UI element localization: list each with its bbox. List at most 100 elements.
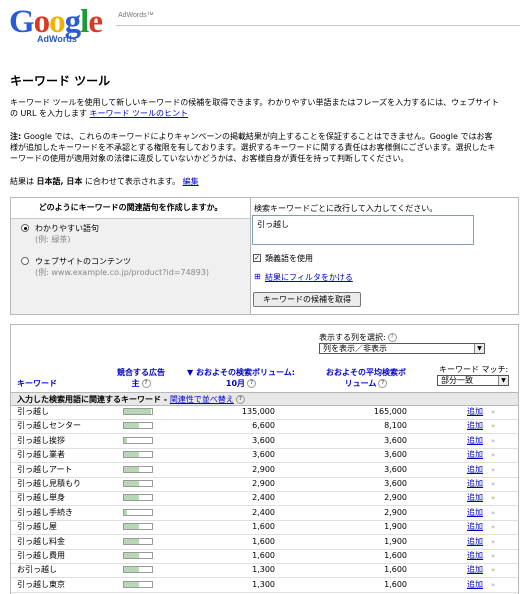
help-icon[interactable]: ? xyxy=(387,333,397,342)
header-divider xyxy=(116,25,520,26)
add-keyword-link[interactable]: 追加 xyxy=(467,520,483,534)
keyword-cell: 引っ越し xyxy=(17,407,49,416)
table-row: 引っ越しアート 2,900 3,600 追加 » xyxy=(11,463,518,478)
competition-bar-fill xyxy=(124,509,127,515)
keyword-cell: 引っ越し手続き xyxy=(17,507,73,517)
sort-by-relevance-link[interactable]: 関連性で並べ替え xyxy=(170,395,234,404)
double-chevron-icon[interactable]: » xyxy=(491,578,495,592)
double-chevron-icon[interactable]: » xyxy=(491,463,495,477)
help-icon[interactable]: ? xyxy=(378,379,388,388)
average-volume-cell: 3,600 xyxy=(384,435,407,445)
average-volume-cell: 1,600 xyxy=(384,551,407,560)
keyword-cell: 引っ越し東京 xyxy=(17,579,65,589)
get-keywords-button[interactable]: キーワードの候補を取得 xyxy=(253,292,361,307)
google-adwords-logo[interactable]: Google AdWords xyxy=(9,6,109,46)
help-icon[interactable]: ? xyxy=(235,395,245,404)
table-row: お引っ越し 1,300 1,600 追加 » xyxy=(11,563,518,579)
tool-tips-link[interactable]: キーワード ツールのヒント xyxy=(90,109,189,118)
add-keyword-link[interactable]: 追加 xyxy=(467,419,483,433)
add-keyword-link[interactable]: 追加 xyxy=(467,448,483,462)
note-label: 注: xyxy=(10,132,22,141)
double-chevron-icon[interactable]: » xyxy=(491,506,495,520)
keyword-cell: 引っ越し費用 xyxy=(17,551,65,560)
adwords-logo-text: AdWords xyxy=(37,34,77,44)
double-chevron-icon[interactable]: » xyxy=(491,535,495,549)
phrase-option-label[interactable]: わかりやすい語句 xyxy=(35,223,99,234)
average-volume-cell: 3,600 xyxy=(384,464,407,474)
competition-bar-fill xyxy=(124,481,140,486)
competition-bar xyxy=(123,436,153,444)
add-keyword-link[interactable]: 追加 xyxy=(467,535,483,549)
keyword-cell: 引っ越し単身 xyxy=(17,493,65,503)
add-keyword-link[interactable]: 追加 xyxy=(467,434,483,448)
keyword-cell: 引っ越し見積もり xyxy=(17,479,81,488)
website-option-example: (例: www.example.co.jp/product?id=74893) xyxy=(35,268,210,277)
competition-bar-fill xyxy=(124,567,140,573)
panel-divider xyxy=(250,198,251,314)
monthly-volume-cell: 1,600 xyxy=(252,522,275,532)
add-keyword-link[interactable]: 追加 xyxy=(467,463,483,477)
competition-bar-fill xyxy=(124,553,140,558)
double-chevron-icon[interactable]: » xyxy=(491,520,495,534)
monthly-volume-cell: 2,900 xyxy=(252,464,275,474)
intro-paragraph: キーワード ツールを使用して新しいキーワードの候補を取得できます。わかりやすい単… xyxy=(10,97,500,119)
competition-bar xyxy=(123,465,153,473)
competition-bar xyxy=(123,566,153,574)
columns-select-value: 列を表示／非表示 xyxy=(323,344,387,353)
product-name: AdWords™ xyxy=(118,12,154,19)
monthly-volume-cell: 135,000 xyxy=(241,407,275,416)
double-chevron-icon[interactable]: » xyxy=(491,563,495,577)
phrase-option-example: (例: 緑茶) xyxy=(35,235,71,244)
synonyms-checkbox[interactable]: ✓ xyxy=(253,254,261,262)
add-keyword-link[interactable]: 追加 xyxy=(467,578,483,592)
double-chevron-icon[interactable]: » xyxy=(491,405,495,419)
double-chevron-icon[interactable]: » xyxy=(491,477,495,491)
language-edit-link[interactable]: 編集 xyxy=(183,177,199,186)
table-row: 引っ越しセンター 6,600 8,100 追加 » xyxy=(11,419,518,435)
double-chevron-icon[interactable]: » xyxy=(491,491,495,505)
add-keyword-link[interactable]: 追加 xyxy=(467,563,483,577)
note-text: Google では、これらのキーワードによりキャンペーンの掲載結果が向上すること… xyxy=(10,132,496,163)
double-chevron-icon[interactable]: » xyxy=(491,434,495,448)
column-average-volume[interactable]: おおよその平均検索ボ リューム? xyxy=(316,367,416,389)
keyword-cell: 引っ越しセンター xyxy=(17,421,81,431)
phrase-radio[interactable] xyxy=(21,224,29,232)
match-type-select[interactable]: 部分一致 ▼ xyxy=(437,375,509,386)
note-paragraph: 注: Google では、これらのキーワードによりキャンペーンの掲載結果が向上す… xyxy=(10,131,500,164)
header: Google AdWords AdWords™ xyxy=(0,0,520,50)
table-row: 引っ越し料金 1,600 1,900 追加 » xyxy=(11,535,518,550)
section-header-row: 入力した検索用語に関連するキーワード - 関連性で並べ替え? xyxy=(11,392,518,406)
double-chevron-icon[interactable]: » xyxy=(491,448,495,462)
double-chevron-icon[interactable]: » xyxy=(491,549,495,563)
add-keyword-link[interactable]: 追加 xyxy=(467,405,483,419)
add-keyword-link[interactable]: 追加 xyxy=(467,506,483,520)
column-competition[interactable]: 競合する広告 主? xyxy=(106,367,176,389)
competition-bar-fill xyxy=(124,495,140,501)
competition-bar xyxy=(123,480,153,487)
add-keyword-link[interactable]: 追加 xyxy=(467,549,483,563)
column-keyword[interactable]: キーワード xyxy=(17,378,57,389)
double-chevron-icon[interactable]: » xyxy=(491,419,495,433)
column-monthly-volume[interactable]: ▼ おおよその検索ボリューム: 10月? xyxy=(176,367,306,389)
add-keyword-link[interactable]: 追加 xyxy=(467,491,483,505)
competition-bar-fill xyxy=(124,581,140,587)
keyword-cell: 引っ越し業者 xyxy=(17,450,65,460)
chevron-down-icon: ▼ xyxy=(474,344,484,353)
logo-letter: G xyxy=(9,4,35,40)
synonyms-label[interactable]: 類義語を使用 xyxy=(265,253,313,264)
monthly-volume-cell: 2,400 xyxy=(252,493,275,503)
help-icon[interactable]: ? xyxy=(247,379,257,388)
add-keyword-link[interactable]: 追加 xyxy=(467,477,483,491)
competition-bar-fill xyxy=(124,423,140,429)
columns-select[interactable]: 列を表示／非表示 ▼ xyxy=(319,343,485,354)
table-row: 引っ越し業者 3,600 3,600 追加 » xyxy=(11,448,518,464)
competition-bar xyxy=(123,451,153,459)
website-option-label[interactable]: ウェブサイトのコンテンツ xyxy=(35,256,131,267)
filter-results-link[interactable]: 結果にフィルタをかける xyxy=(265,272,353,283)
help-icon[interactable]: ? xyxy=(141,379,151,388)
website-radio[interactable] xyxy=(21,257,29,265)
keywords-textarea[interactable]: 引っ越し xyxy=(252,215,474,245)
language-suffix: に合わせて表示されます。 xyxy=(82,177,181,186)
keyword-cell: 引っ越し料金 xyxy=(17,536,65,546)
plus-icon[interactable]: ⊞ xyxy=(254,272,261,281)
